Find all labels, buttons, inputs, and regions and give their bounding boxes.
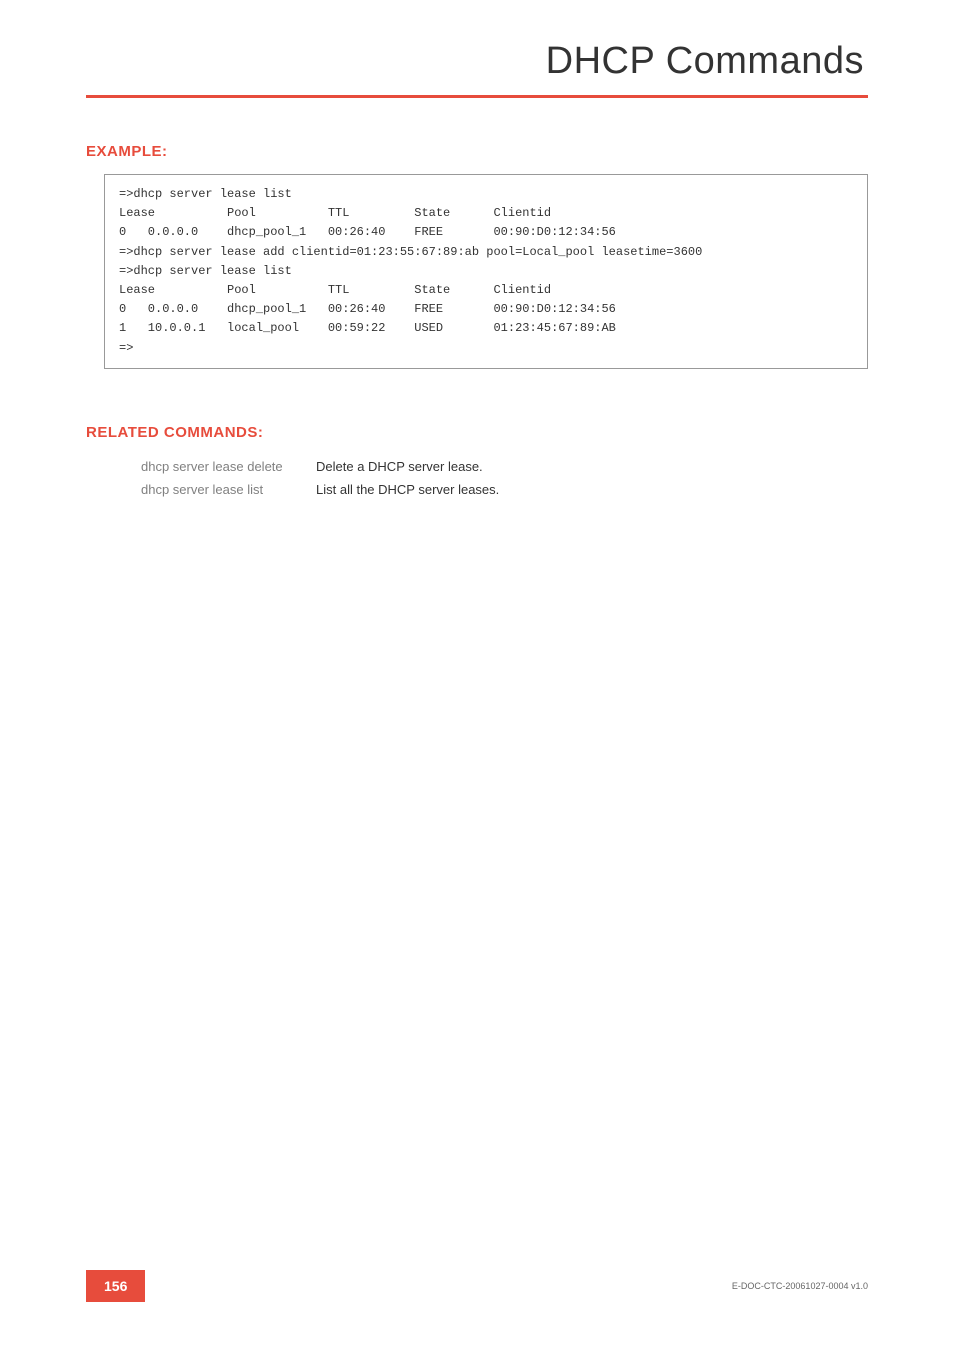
example-code-block: =>dhcp server lease list Lease Pool TTL … — [104, 174, 868, 369]
related-commands-section: RELATED COMMANDS: dhcp server lease dele… — [86, 424, 868, 501]
content-area: EXAMPLE: =>dhcp server lease list Lease … — [0, 98, 954, 501]
example-section: EXAMPLE: =>dhcp server lease list Lease … — [86, 143, 868, 369]
table-row: dhcp server lease delete Delete a DHCP s… — [141, 455, 519, 478]
page-number: 156 — [86, 1270, 145, 1302]
page-footer: 156 E-DOC-CTC-20061027-0004 v1.0 — [0, 1270, 954, 1302]
related-heading: RELATED COMMANDS: — [86, 424, 868, 441]
related-cmd-name: dhcp server lease list — [141, 478, 316, 501]
doc-id: E-DOC-CTC-20061027-0004 v1.0 — [732, 1281, 868, 1291]
page-header: DHCP Commands — [0, 0, 954, 95]
table-row: dhcp server lease list List all the DHCP… — [141, 478, 519, 501]
related-commands-table: dhcp server lease delete Delete a DHCP s… — [141, 455, 519, 501]
example-heading: EXAMPLE: — [86, 143, 868, 160]
related-cmd-desc: Delete a DHCP server lease. — [316, 455, 519, 478]
related-cmd-name: dhcp server lease delete — [141, 455, 316, 478]
page-title: DHCP Commands — [0, 40, 864, 83]
related-cmd-desc: List all the DHCP server leases. — [316, 478, 519, 501]
